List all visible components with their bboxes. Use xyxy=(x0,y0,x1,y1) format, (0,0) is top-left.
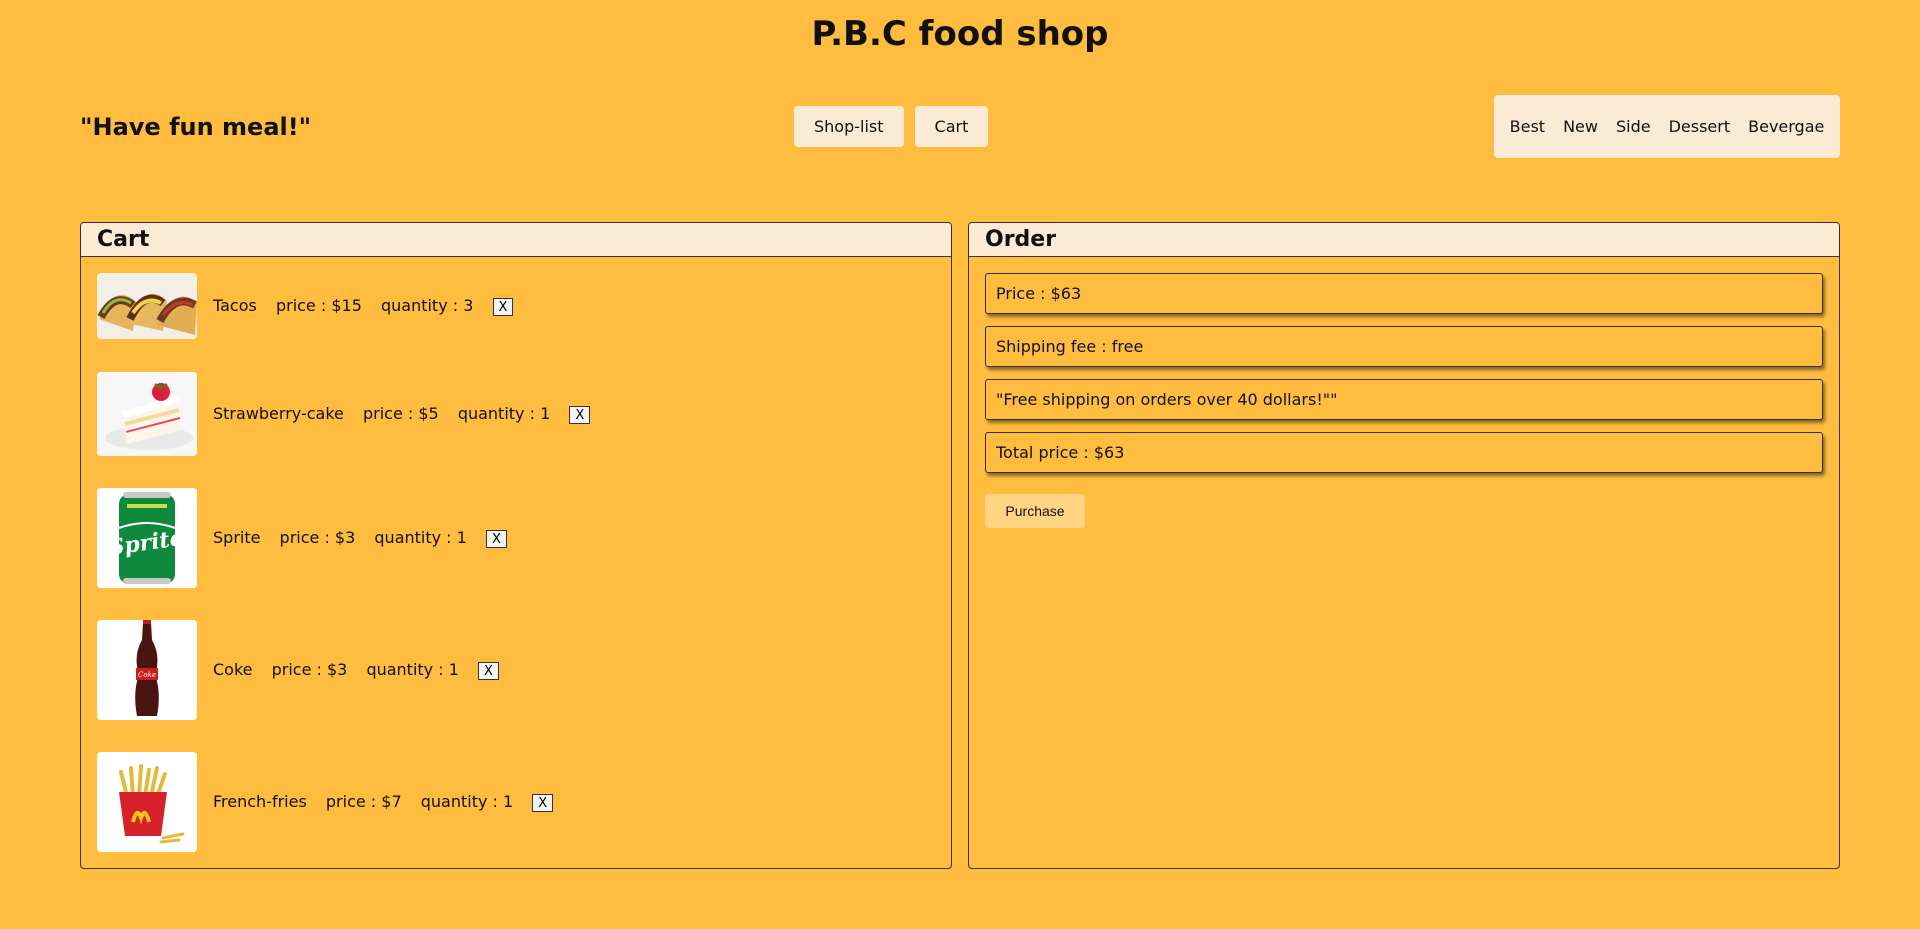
cart-item: French-fries price : $7 quantity : 1 X xyxy=(97,752,554,852)
cart-item-info: Coke price : $3 quantity : 1 X xyxy=(213,660,499,680)
order-shipping-note: "Free shipping on orders over 40 dollars… xyxy=(985,379,1823,420)
cart-button[interactable]: Cart xyxy=(914,106,989,147)
strawberry-cake-image xyxy=(97,372,197,456)
order-total-price: Total price : $63 xyxy=(985,432,1823,473)
item-name: French-fries xyxy=(213,792,307,811)
slogan: "Have fun meal!" xyxy=(80,113,312,141)
category-new[interactable]: New xyxy=(1554,117,1607,136)
item-quantity: quantity : 1 xyxy=(366,660,459,679)
remove-item-button[interactable]: X xyxy=(569,406,591,424)
remove-item-button[interactable]: X xyxy=(492,298,514,316)
french-fries-image xyxy=(97,752,197,852)
item-name: Tacos xyxy=(213,296,257,315)
item-quantity: quantity : 1 xyxy=(374,528,467,547)
top-nav: Shop-list Cart xyxy=(794,106,989,147)
item-quantity: quantity : 1 xyxy=(457,404,551,423)
remove-item-button[interactable]: X xyxy=(532,794,554,812)
order-shipping-fee: Shipping fee : free xyxy=(985,326,1823,367)
item-quantity: quantity : 3 xyxy=(380,296,474,315)
cart-item: Strawberry-cake price : $5 quantity : 1 … xyxy=(97,372,591,456)
item-name: Sprite xyxy=(213,528,261,547)
item-price: price : $5 xyxy=(362,404,439,423)
item-price: price : $7 xyxy=(325,792,402,811)
category-side[interactable]: Side xyxy=(1607,117,1660,136)
remove-item-button[interactable]: X xyxy=(477,662,499,680)
cart-item-info: Sprite price : $3 quantity : 1 X xyxy=(213,528,507,548)
cart-item-info: Strawberry-cake price : $5 quantity : 1 … xyxy=(213,404,591,424)
category-beverage[interactable]: Bevergae xyxy=(1739,117,1833,136)
category-menu: Best New Side Dessert Bevergae xyxy=(1494,95,1840,158)
sprite-can-image: Sprite xyxy=(97,488,197,588)
tacos-image xyxy=(97,273,197,339)
category-best[interactable]: Best xyxy=(1501,117,1554,136)
item-name: Strawberry-cake xyxy=(213,404,344,423)
order-panel: Order Price : $63 Shipping fee : free "F… xyxy=(968,222,1840,869)
cart-item-info: Tacos price : $15 quantity : 3 X xyxy=(213,296,514,316)
order-panel-title: Order xyxy=(969,223,1839,257)
remove-item-button[interactable]: X xyxy=(485,530,507,548)
item-price: price : $3 xyxy=(271,660,348,679)
shop-list-button[interactable]: Shop-list xyxy=(794,106,904,147)
category-dessert[interactable]: Dessert xyxy=(1660,117,1740,136)
cart-panel-title: Cart xyxy=(81,223,951,257)
svg-text:Coke: Coke xyxy=(138,671,156,679)
purchase-button[interactable]: Purchase xyxy=(985,494,1085,528)
item-price: price : $3 xyxy=(279,528,356,547)
cart-item: Tacos price : $15 quantity : 3 X xyxy=(97,273,514,339)
cart-item: Coke Coke price : $3 quantity : 1 X xyxy=(97,620,499,720)
item-name: Coke xyxy=(213,660,253,679)
cart-item-info: French-fries price : $7 quantity : 1 X xyxy=(213,792,554,812)
cart-panel: Cart Tacos price : $15 quantity : 3 X St… xyxy=(80,222,952,869)
cart-item: Sprite Sprite price : $3 quantity : 1 X xyxy=(97,488,507,588)
item-quantity: quantity : 1 xyxy=(420,792,514,811)
site-title: P.B.C food shop xyxy=(811,14,1109,54)
order-price: Price : $63 xyxy=(985,273,1823,314)
coke-bottle-image: Coke xyxy=(97,620,197,720)
item-price: price : $15 xyxy=(275,296,362,315)
